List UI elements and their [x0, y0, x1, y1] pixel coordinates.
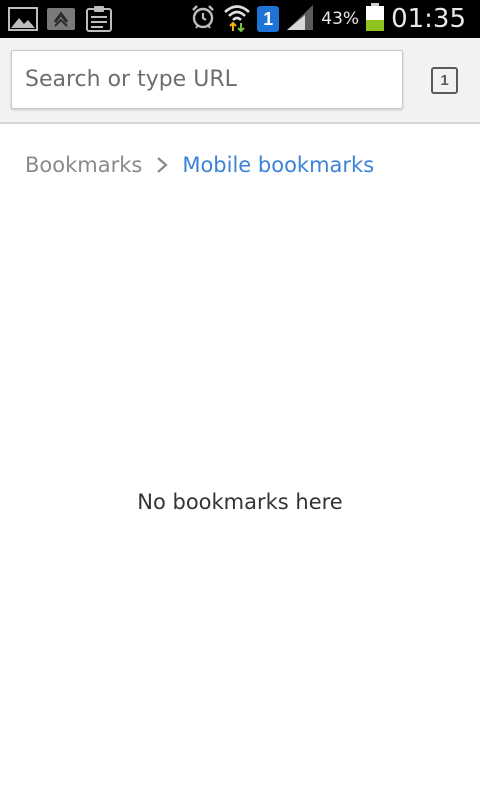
breadcrumb-bookmarks-link[interactable]: Bookmarks [25, 153, 142, 177]
status-bar-notifications [8, 6, 114, 32]
clipboard-icon [84, 6, 114, 32]
signal-icon [285, 3, 315, 35]
omnibox[interactable] [11, 50, 403, 109]
breadcrumb-current-folder[interactable]: Mobile bookmarks [182, 153, 374, 177]
notification-badge: 1 [257, 6, 280, 32]
empty-state-message: No bookmarks here [137, 490, 343, 514]
gallery-icon [8, 6, 38, 32]
tab-switcher-button[interactable]: 1 [431, 67, 458, 94]
alarm-icon [189, 3, 217, 35]
wifi-icon [223, 2, 251, 36]
chevron-right-icon [142, 150, 182, 180]
browser-toolbar: 1 [0, 38, 480, 124]
status-bar: 1 43% 01:35 [0, 0, 480, 38]
battery-percent: 43% [321, 9, 360, 29]
breadcrumb: Bookmarks Mobile bookmarks [25, 150, 374, 180]
search-input[interactable] [12, 51, 402, 108]
sync-icon [46, 6, 76, 32]
clock-time: 01:35 [391, 4, 466, 34]
status-bar-system: 1 43% 01:35 [189, 3, 466, 35]
battery-icon [365, 2, 385, 36]
tab-count: 1 [440, 72, 449, 89]
